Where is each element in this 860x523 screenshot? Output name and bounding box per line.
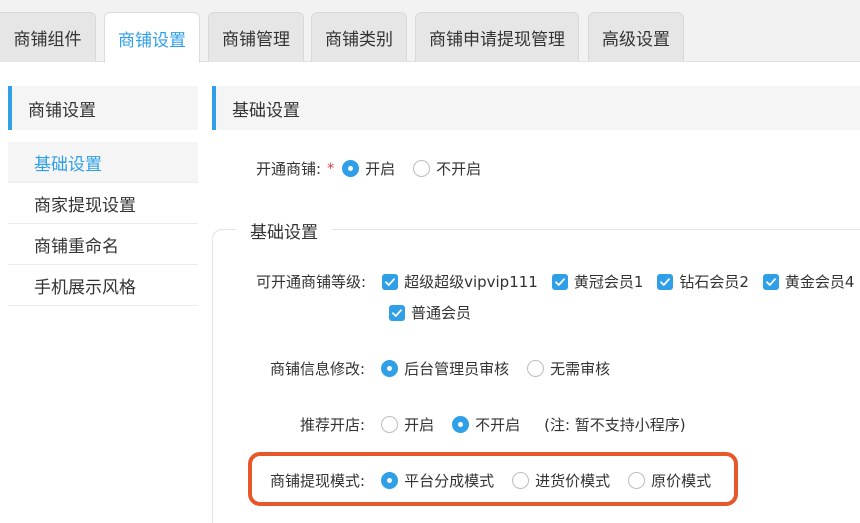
checkbox-checked-icon xyxy=(551,273,568,290)
sidebar-item-basic-settings[interactable]: 基础设置 xyxy=(8,142,198,183)
withdraw-mode-original-price-radio[interactable]: 原价模式 xyxy=(628,470,711,491)
radio-dot-icon xyxy=(342,160,360,177)
fieldset-border-left xyxy=(212,244,213,523)
checkbox-checked-icon xyxy=(657,273,674,290)
radio-label: 不开启 xyxy=(436,160,482,178)
checkbox-checked-icon xyxy=(382,273,399,290)
recommend-row: 推荐开店: 开启 不开启 (注: 暂不支持小程序) xyxy=(300,414,686,435)
levels-row-2: 普通会员 xyxy=(389,302,485,323)
sidebar-menu: 基础设置 商家提现设置 商铺重命名 手机展示风格 xyxy=(8,142,198,306)
checkbox-label: 普通会员 xyxy=(411,304,472,322)
fieldset-corner xyxy=(212,229,228,245)
fieldset-border-top-right xyxy=(332,229,860,230)
level-checkbox-crown[interactable]: 黄冠会员1 xyxy=(551,271,644,292)
withdraw-mode-row: 商铺提现模式: 平台分成模式 进货价模式 原价模式 xyxy=(270,470,711,491)
recommend-note: (注: 暂不支持小程序) xyxy=(544,416,686,434)
level-checkbox-diamond[interactable]: 钻石会员2 xyxy=(657,271,749,292)
level-checkbox-gold[interactable]: 黄金会员4 xyxy=(762,271,855,292)
level-checkbox-normal[interactable]: 普通会员 xyxy=(389,302,471,323)
required-mark: * xyxy=(327,160,335,177)
radio-dot-icon xyxy=(381,360,399,377)
radio-label: 平台分成模式 xyxy=(404,472,495,490)
radio-dot-icon xyxy=(381,416,399,433)
withdraw-mode-label: 商铺提现模式: xyxy=(270,472,366,490)
radio-dot-icon xyxy=(413,160,431,177)
info-edit-row: 商铺信息修改: 后台管理员审核 无需审核 xyxy=(270,358,628,379)
level-checkbox-super-vip[interactable]: 超级超级vipvip111 xyxy=(382,271,538,292)
radio-label: 原价模式 xyxy=(651,472,712,490)
levels-label: 可开通商铺等级: xyxy=(256,273,367,291)
open-shop-on-radio[interactable]: 开启 xyxy=(342,158,395,179)
radio-dot-icon xyxy=(381,472,399,489)
checkbox-label: 钻石会员2 xyxy=(679,273,749,291)
info-edit-admin-review-radio[interactable]: 后台管理员审核 xyxy=(381,358,509,379)
open-shop-off-radio[interactable]: 不开启 xyxy=(413,158,481,179)
recommend-off-radio[interactable]: 不开启 xyxy=(452,414,520,435)
radio-label: 开启 xyxy=(404,416,435,434)
checkbox-label: 黄冠会员1 xyxy=(573,273,644,291)
info-edit-no-review-radio[interactable]: 无需审核 xyxy=(527,358,610,379)
fieldset-legend: 基础设置 xyxy=(250,223,318,243)
sidebar-title: 商铺设置 xyxy=(8,86,198,130)
radio-label: 开启 xyxy=(365,160,396,178)
sidebar-item-merchant-withdraw-settings[interactable]: 商家提现设置 xyxy=(8,183,198,224)
radio-label: 后台管理员审核 xyxy=(404,360,510,378)
withdraw-mode-platform-share-radio[interactable]: 平台分成模式 xyxy=(381,470,494,491)
tab-shop-settings[interactable]: 商铺设置 xyxy=(104,12,200,63)
recommend-label: 推荐开店: xyxy=(300,416,366,434)
withdraw-mode-purchase-price-radio[interactable]: 进货价模式 xyxy=(512,470,610,491)
checkbox-checked-icon xyxy=(762,273,779,290)
tab-advanced-settings[interactable]: 高级设置 xyxy=(588,12,684,62)
fieldset-border-top-left xyxy=(222,229,236,230)
radio-dot-icon xyxy=(452,416,470,433)
tab-shop-category[interactable]: 商铺类别 xyxy=(311,12,407,62)
tab-shop-management[interactable]: 商铺管理 xyxy=(208,12,304,62)
sidebar-item-mobile-style[interactable]: 手机展示风格 xyxy=(8,265,198,306)
radio-label: 无需审核 xyxy=(550,360,611,378)
info-edit-label: 商铺信息修改: xyxy=(270,360,366,378)
section-header: 基础设置 xyxy=(212,86,860,130)
tab-shop-components[interactable]: 商铺组件 xyxy=(0,12,96,62)
levels-row: 可开通商铺等级: 超级超级vipvip111 黄冠会员1 钻石会员2 黄金会员4 xyxy=(256,271,854,292)
checkbox-label: 超级超级vipvip111 xyxy=(404,273,538,291)
radio-label: 不开启 xyxy=(475,416,521,434)
tab-shop-withdraw-management[interactable]: 商铺申请提现管理 xyxy=(415,12,579,62)
radio-label: 进货价模式 xyxy=(535,472,611,490)
recommend-on-radio[interactable]: 开启 xyxy=(381,414,434,435)
radio-dot-icon xyxy=(628,472,646,489)
open-shop-row: 开通商铺: * 开启 不开启 xyxy=(256,158,499,179)
radio-dot-icon xyxy=(527,360,545,377)
open-shop-label: 开通商铺: xyxy=(256,160,322,178)
checkbox-checked-icon xyxy=(389,304,405,321)
checkbox-label: 黄金会员4 xyxy=(784,273,855,291)
radio-dot-icon xyxy=(512,472,530,489)
top-tab-bar: 商铺组件 商铺设置 商铺管理 商铺类别 商铺申请提现管理 高级设置 xyxy=(0,0,860,63)
sidebar-item-shop-rename[interactable]: 商铺重命名 xyxy=(8,224,198,265)
